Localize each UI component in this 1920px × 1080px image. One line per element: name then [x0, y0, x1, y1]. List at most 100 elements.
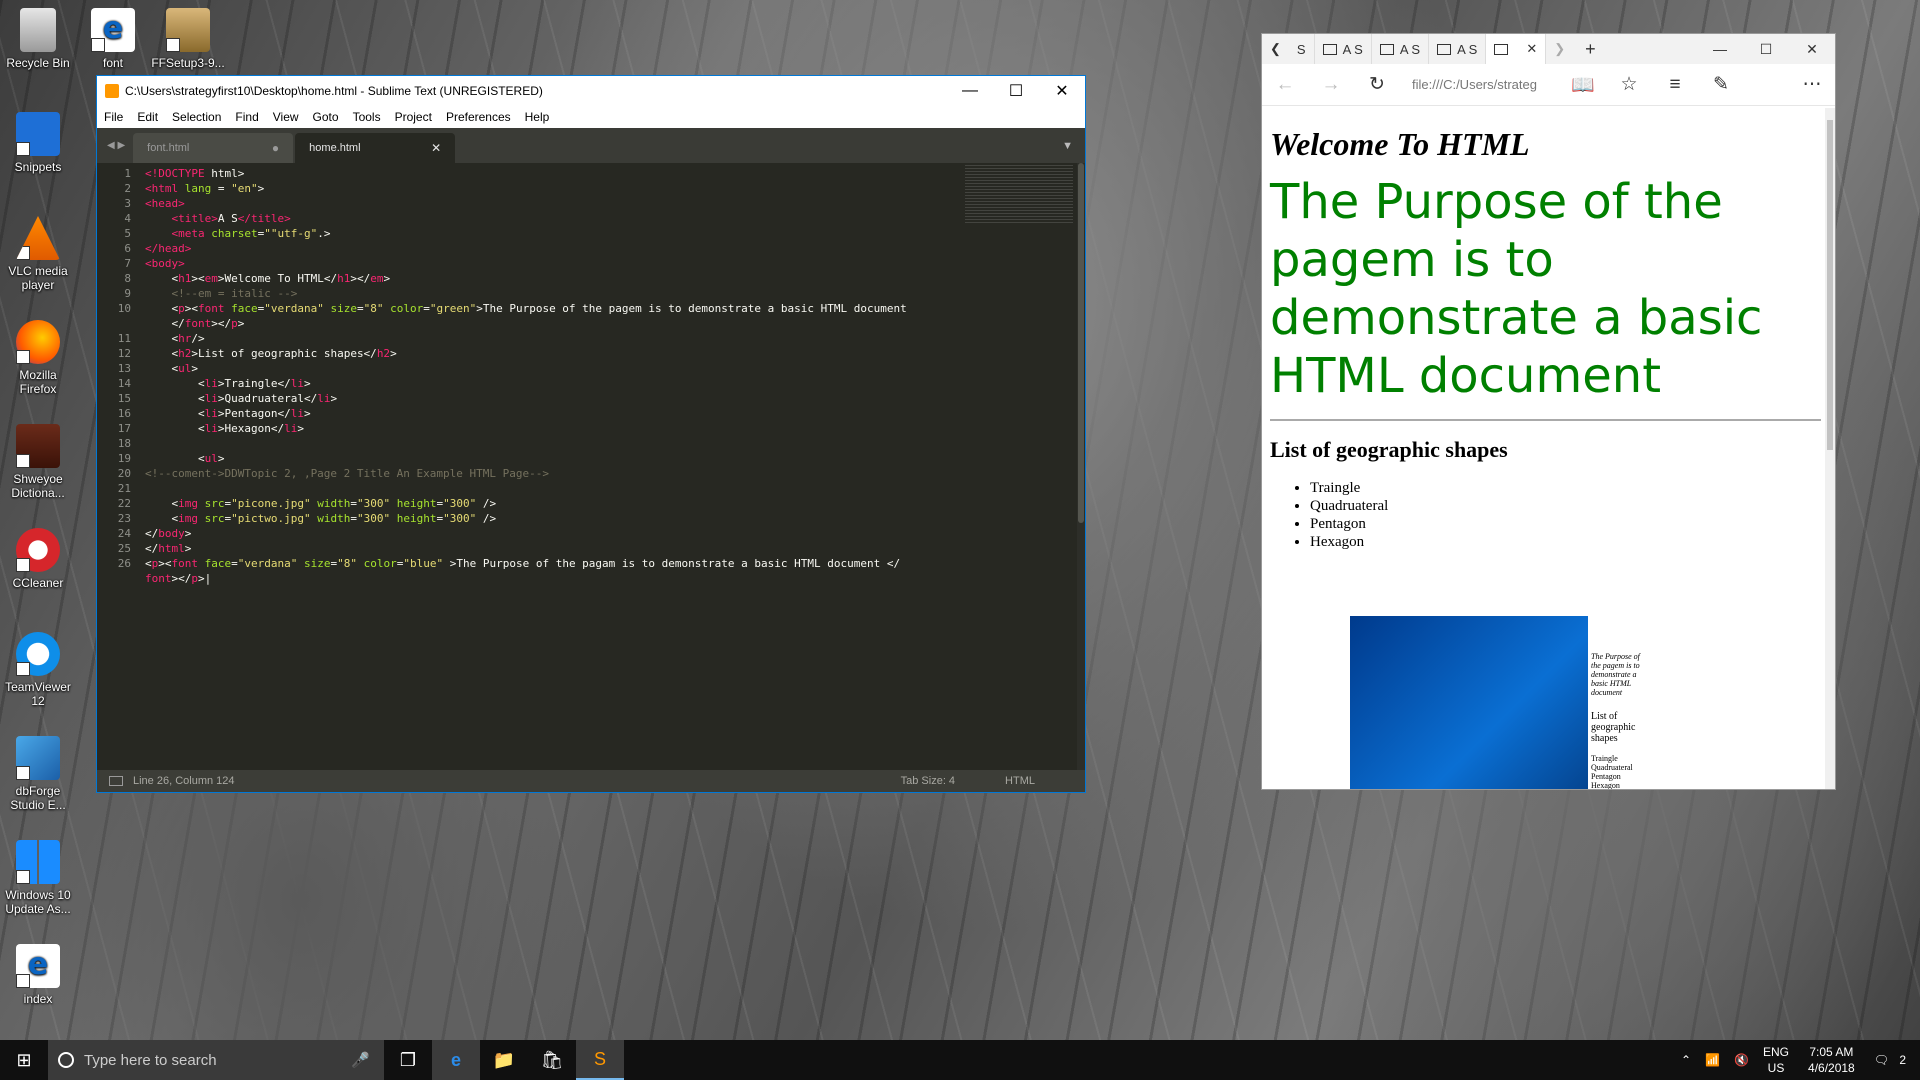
tab-forward-arrow-icon[interactable]: ❯ [1546, 34, 1573, 64]
page-scrollbar[interactable] [1825, 108, 1835, 789]
desktop-icon-index[interactable]: e index [0, 944, 76, 1006]
action-center-icon[interactable]: 🗨 2 [1874, 1053, 1913, 1067]
code-line[interactable]: <img src="picone.jpg" width="300" height… [145, 497, 1085, 512]
code-line[interactable]: <hr/> [145, 332, 1085, 347]
close-button[interactable]: ✕ [1789, 41, 1835, 58]
code-line[interactable]: </font></p> [145, 317, 1085, 332]
sublime-titlebar[interactable]: C:\Users\strategyfirst10\Desktop\home.ht… [97, 76, 1085, 106]
minimap[interactable] [965, 165, 1073, 225]
start-windows-icon[interactable]: ⊞ [0, 1040, 48, 1080]
code-line[interactable]: </head> [145, 242, 1085, 257]
desktop-icon-dbforge[interactable]: dbForge Studio E... [0, 736, 76, 812]
desktop-icon-shweyoe[interactable]: Shweyoe Dictiona... [0, 424, 76, 500]
code-line[interactable]: <!DOCTYPE html> [145, 167, 1085, 182]
menu-edit[interactable]: Edit [130, 110, 165, 124]
taskbar-search-box[interactable]: Type here to search 🎤 [48, 1040, 384, 1080]
hub-icon[interactable]: ≡ [1652, 74, 1698, 96]
edge-tab[interactable]: S [1289, 34, 1315, 64]
syntax-mode[interactable]: HTML [1005, 775, 1035, 787]
code-line[interactable]: <h1><em>Welcome To HTML</h1></em> [145, 272, 1085, 287]
edge-taskbar-icon[interactable]: e [432, 1040, 480, 1080]
desktop-icon-font[interactable]: e font [75, 8, 151, 70]
close-button[interactable]: ✕ [1039, 76, 1085, 106]
menu-tools[interactable]: Tools [346, 110, 388, 124]
store-icon[interactable]: 🛍 [528, 1040, 576, 1080]
volume-muted-icon[interactable]: 🔇 [1734, 1053, 1749, 1067]
clock[interactable]: 7:05 AM 4/6/2018 [1808, 1044, 1855, 1076]
network-icon[interactable]: 📶 [1705, 1053, 1720, 1067]
menu-file[interactable]: File [97, 110, 130, 124]
favorite-star-icon[interactable]: ☆ [1606, 73, 1652, 96]
code-line[interactable]: <img src="pictwo.jpg" width="300" height… [145, 512, 1085, 527]
minimize-button[interactable]: — [1697, 41, 1743, 57]
code-line[interactable]: <li>Pentagon</li> [145, 407, 1085, 422]
code-line[interactable]: <body> [145, 257, 1085, 272]
code-line[interactable]: <!--em = italic --> [145, 287, 1085, 302]
show-hidden-icons-icon[interactable]: ⌃ [1681, 1053, 1691, 1067]
code-line[interactable]: <ul> [145, 362, 1085, 377]
code-line[interactable]: <li>Hexagon</li> [145, 422, 1085, 437]
menu-selection[interactable]: Selection [165, 110, 228, 124]
tab-home-html[interactable]: home.html ✕ [295, 133, 456, 163]
editor-scrollbar[interactable] [1077, 163, 1085, 770]
tab-font-html[interactable]: font.html ● [133, 133, 294, 163]
refresh-icon[interactable]: ↻ [1354, 73, 1400, 96]
task-view-icon[interactable]: ❐ [384, 1040, 432, 1080]
tab-back-arrow-icon[interactable]: ❮ [1262, 34, 1289, 64]
code-line[interactable]: <!--coment->DDWTopic 2, ,Page 2 Title An… [145, 467, 1085, 482]
address-bar[interactable]: file:///C:/Users/strateg [1400, 77, 1560, 92]
tab-close-icon[interactable]: ✕ [431, 141, 441, 155]
code-line[interactable]: </html> [145, 542, 1085, 557]
reading-view-icon[interactable]: 📖 [1560, 73, 1606, 97]
tab-scroll-arrows-icon[interactable]: ◀ ▶ [97, 140, 133, 163]
code-line[interactable]: <h2>List of geographic shapes</h2> [145, 347, 1085, 362]
minimize-button[interactable]: — [947, 76, 993, 106]
back-arrow-icon[interactable]: ← [1262, 74, 1308, 96]
code-line[interactable] [145, 482, 1085, 497]
desktop-icon-ccleaner[interactable]: CCleaner [0, 528, 76, 590]
code-editor[interactable]: 1 2 3 4 5 6 7 8 9 10 11 12 13 14 15 16 1… [97, 163, 1085, 770]
code-line[interactable]: font></p>| [145, 572, 1085, 587]
new-tab-icon[interactable]: + [1573, 39, 1608, 60]
code-line[interactable]: <li>Quadruateral</li> [145, 392, 1085, 407]
code-line[interactable]: <li>Traingle</li> [145, 377, 1085, 392]
desktop-icon-teamviewer[interactable]: TeamViewer 12 [0, 632, 76, 708]
menu-preferences[interactable]: Preferences [439, 110, 518, 124]
desktop-icon-recycle-bin[interactable]: Recycle Bin [0, 8, 76, 70]
edge-tab[interactable]: A S [1372, 34, 1430, 64]
tab-dropdown-icon[interactable]: ▼ [1062, 140, 1073, 152]
desktop-icon-ffsetup[interactable]: FFSetup3-9... [150, 8, 226, 70]
code-line[interactable] [145, 437, 1085, 452]
edge-tab[interactable]: A S [1315, 34, 1372, 64]
code-line[interactable]: <meta charset=""utf-g".> [145, 227, 1085, 242]
code-line[interactable]: <html lang = "en"> [145, 182, 1085, 197]
more-menu-icon[interactable]: ⋯ [1789, 73, 1835, 96]
code-line[interactable]: <title>A S</title> [145, 212, 1085, 227]
menu-find[interactable]: Find [228, 110, 265, 124]
code-content[interactable]: <!DOCTYPE html> <html lang = "en"> <head> … [133, 163, 1085, 770]
menu-help[interactable]: Help [518, 110, 557, 124]
menu-view[interactable]: View [266, 110, 306, 124]
code-line[interactable]: <ul> [145, 452, 1085, 467]
code-line[interactable]: <head> [145, 197, 1085, 212]
forward-arrow-icon[interactable]: → [1308, 74, 1354, 96]
input-language[interactable]: ENG US [1763, 1044, 1789, 1076]
edge-tab-active[interactable]: ✕ [1486, 34, 1547, 64]
sublime-taskbar-icon[interactable]: S [576, 1040, 624, 1080]
tab-close-icon[interactable]: ✕ [1526, 41, 1537, 57]
menu-goto[interactable]: Goto [306, 110, 346, 124]
maximize-button[interactable]: ☐ [993, 76, 1039, 106]
edge-tab[interactable]: A S [1429, 34, 1487, 64]
menu-project[interactable]: Project [388, 110, 439, 124]
panel-toggle-icon[interactable] [109, 776, 123, 786]
maximize-button[interactable]: ☐ [1743, 41, 1789, 58]
web-note-icon[interactable]: ✎ [1698, 73, 1744, 96]
code-line[interactable]: <p><font face="verdana" size="8" color="… [145, 557, 1085, 572]
desktop-icon-firefox[interactable]: Mozilla Firefox [0, 320, 76, 396]
unsaved-dot-icon[interactable]: ● [272, 141, 279, 155]
desktop-icon-win10-update[interactable]: Windows 10 Update As... [0, 840, 76, 916]
tab-size[interactable]: Tab Size: 4 [901, 775, 955, 787]
microphone-icon[interactable]: 🎤 [351, 1051, 370, 1069]
desktop-icon-snippets[interactable]: Snippets [0, 112, 76, 174]
desktop-icon-vlc[interactable]: VLC media player [0, 216, 76, 292]
